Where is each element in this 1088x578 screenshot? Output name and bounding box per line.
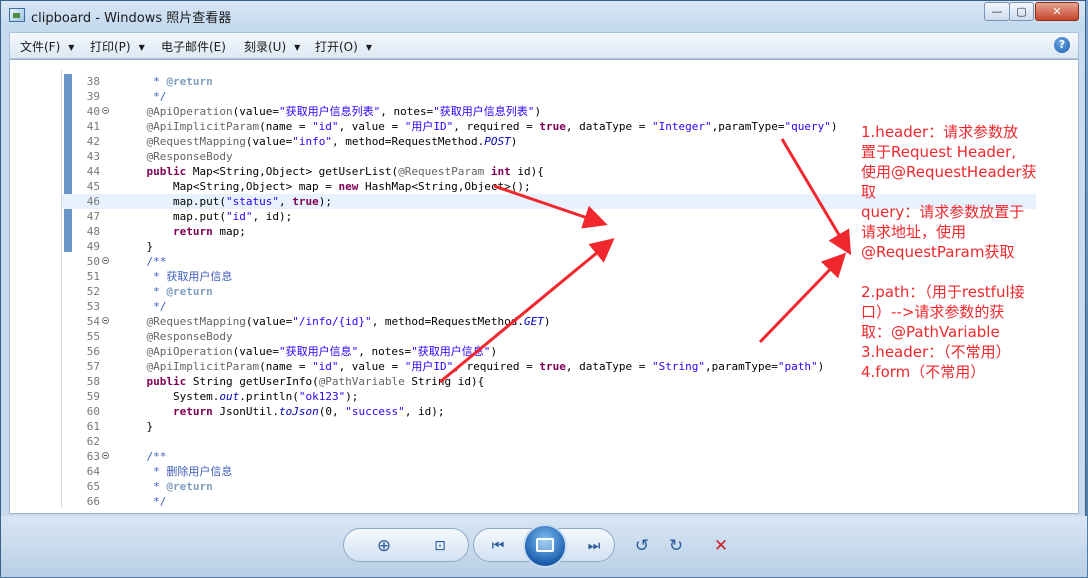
arrow-from-query-param (780, 138, 852, 256)
menu-open-label: 打开(O) (315, 40, 358, 54)
menu-open[interactable]: 打开(O) ▼ (315, 38, 372, 55)
menu-print[interactable]: 打印(P) ▼ (90, 38, 145, 55)
menu-email[interactable]: 电子邮件(E) (161, 38, 226, 55)
menu-email-label: 电子邮件(E) (161, 40, 226, 54)
photo-viewer-app-icon (9, 8, 25, 22)
menu-burn-label: 刻录(U) (244, 40, 287, 54)
chevron-down-icon: ▼ (365, 43, 372, 52)
chevron-down-icon: ▼ (294, 43, 301, 52)
close-button[interactable]: ✕ (1035, 2, 1079, 21)
annotation-arrows (439, 138, 852, 384)
image-viewport[interactable]: 38 * @return 39 */40 @ApiOperation(value=… (9, 59, 1079, 514)
rotate-left-icon[interactable]: ↺ (629, 536, 655, 556)
rotate-right-icon[interactable]: ↻ (663, 536, 689, 556)
next-icon[interactable]: ⏭ (579, 536, 609, 556)
chevron-down-icon: ▼ (68, 43, 75, 52)
menu-burn[interactable]: 刻录(U) ▼ (244, 38, 300, 55)
menu-file-label: 文件(F) (20, 40, 61, 54)
bottom-toolbar: ⊕ ⊡ ⏮ ⏭ ↺ ↻ ✕ (1, 516, 1087, 577)
zoom-icon[interactable]: ⊕ (369, 536, 399, 556)
maximize-button[interactable]: ▢ (1009, 2, 1034, 21)
arrow-from-requestparam (493, 184, 608, 229)
arrow-from-pathvariable (439, 238, 615, 384)
slideshow-button[interactable] (523, 524, 567, 568)
help-icon[interactable]: ? (1054, 37, 1070, 53)
chevron-down-icon: ▼ (138, 43, 145, 52)
window-title: clipboard - Windows 照片查看器 (31, 11, 232, 26)
delete-icon[interactable]: ✕ (708, 536, 734, 556)
title-bar[interactable]: clipboard - Windows 照片查看器 — ▢ ✕ (1, 1, 1085, 31)
photo-viewer-window: clipboard - Windows 照片查看器 — ▢ ✕ 文件(F) ▼ 打… (0, 0, 1087, 577)
previous-icon[interactable]: ⏮ (483, 536, 513, 556)
menu-file[interactable]: 文件(F) ▼ (20, 38, 74, 55)
menu-print-label: 打印(P) (90, 40, 131, 54)
arrow-from-path-param (758, 252, 847, 344)
minimize-button[interactable]: — (984, 2, 1010, 21)
actual-size-icon[interactable]: ⊡ (426, 536, 454, 556)
menu-bar: 文件(F) ▼ 打印(P) ▼ 电子邮件(E) 刻录(U) ▼ 打开(O) ▼ ? (9, 32, 1079, 59)
